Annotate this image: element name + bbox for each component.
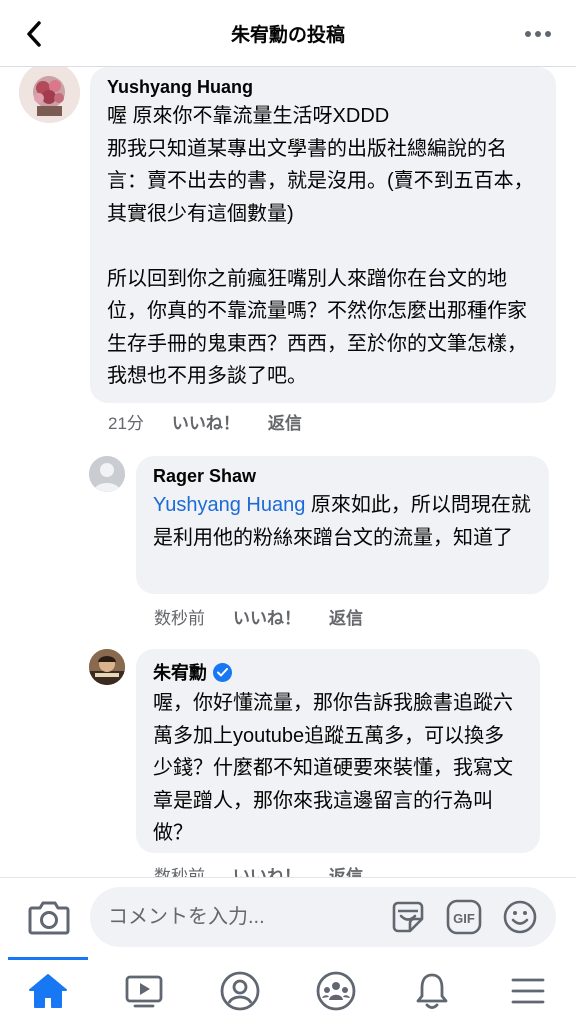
comment-bubble: Rager Shaw Yushyang Huang 原來如此，所以問現在就是利用… [136,456,549,594]
reply-link[interactable]: 返信 [329,604,363,629]
reply-link[interactable]: 返信 [329,862,363,877]
profile-icon [220,971,260,1010]
tab-watch[interactable] [96,957,192,1024]
hamburger-menu-icon [511,978,545,1003]
avatar[interactable] [89,456,125,492]
mention-link[interactable]: Yushyang Huang [153,494,305,516]
bell-icon [416,973,448,1009]
comment-text: 喔，你好懂流量，那你告訴我臉書追蹤六萬多加上youtube追蹤五萬多，可以換多少… [153,692,513,844]
chevron-left-icon [27,21,41,47]
comment-text: Yushyang Huang 原來如此，所以問現在就是利用他的粉絲來蹭台文的流量… [153,489,533,554]
avatar[interactable] [89,649,125,685]
tab-groups[interactable] [288,957,384,1024]
sticker-button[interactable] [390,899,426,935]
comment-author[interactable]: Yushyang Huang [107,77,540,98]
avatar[interactable] [19,67,80,123]
more-dots-icon [525,31,551,37]
tab-notifications[interactable] [384,957,480,1024]
home-icon [29,973,67,1008]
more-options-button[interactable] [522,20,554,48]
comment-author[interactable]: 朱宥勳 [153,659,524,685]
comment-author[interactable]: Rager Shaw [153,466,533,487]
comment-timestamp: 21分 [108,414,144,433]
comment-timestamp: 数秒前 [154,867,205,877]
gif-button[interactable]: GIF [446,899,482,935]
tab-menu[interactable] [480,957,576,1024]
comment-timestamp: 数秒前 [154,609,205,628]
comment-bubble: Yushyang Huang 喔 原來你不靠流量生活呀XDDD 那我只知道某專出… [90,67,556,403]
back-button[interactable] [18,18,50,50]
like-link[interactable]: いいね！ [172,409,240,434]
gif-label: GIF [453,911,475,926]
default-avatar-icon [89,456,125,492]
comment-bubble: 朱宥勳 喔，你好懂流量，那你告訴我臉書追蹤六萬多加上youtube追蹤五萬多，可… [136,649,540,853]
comment-actions: 数秒前 いいね！ 返信 [154,604,391,629]
like-link[interactable]: いいね！ [233,604,301,629]
tab-home[interactable] [0,957,96,1024]
emoji-icon [503,900,537,934]
comment-actions: 数秒前 いいね！ 返信 [154,862,391,877]
camera-icon [28,901,70,935]
camera-button[interactable] [28,898,70,936]
comment-text: 喔 原來你不靠流量生活呀XDDD 那我只知道某專出文學書的出版社總編說的名言：賣… [107,105,534,387]
video-play-icon [125,975,163,1007]
comment-actions: 21分 いいね！ 返信 [108,409,330,434]
comment-input-container: GIF [90,887,556,947]
comment-list[interactable]: Yushyang Huang 喔 原來你不靠流量生活呀XDDD 那我只知道某專出… [0,67,576,877]
bottom-navigation [0,957,576,1024]
gif-icon: GIF [446,899,482,935]
groups-icon [316,971,356,1010]
like-link[interactable]: いいね！ [233,862,301,877]
sticker-icon [392,901,424,933]
comment-input[interactable] [108,899,378,935]
flower-photo-icon [19,67,80,123]
author-name: 朱宥勳 [153,663,207,683]
comment-composer: GIF [0,877,576,957]
emoji-button[interactable] [502,899,538,935]
page-title: 朱宥勳の投稿 [230,24,345,46]
verified-badge-icon [213,662,232,682]
top-bar: 朱宥勳の投稿 [0,0,576,67]
reply-link[interactable]: 返信 [268,409,302,434]
tab-profile[interactable] [192,957,288,1024]
profile-photo-icon [89,649,125,685]
